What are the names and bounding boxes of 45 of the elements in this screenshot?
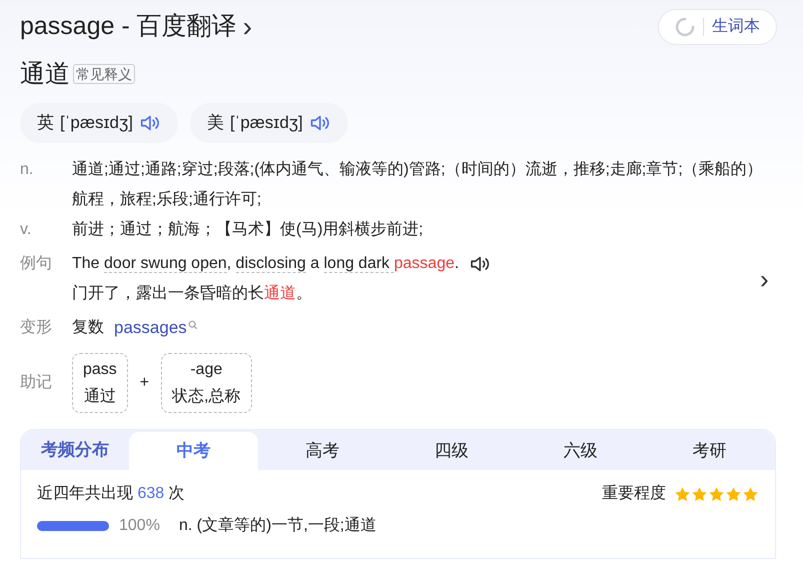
- exam-tab[interactable]: 中考: [129, 432, 258, 470]
- definition-text: 前进；通过；航海；【马术】使(马)用斜横步前进;: [72, 220, 424, 240]
- plus-sign: +: [140, 373, 150, 393]
- inflection-label: 变形: [20, 318, 53, 338]
- phonetic-text: [ˈpæsɪdʒ]: [60, 112, 133, 134]
- headword-meaning: 通道: [20, 58, 70, 90]
- chevron-icon[interactable]: ›: [242, 12, 252, 41]
- page-title[interactable]: passage - 百度翻译: [20, 8, 237, 46]
- accent-label: 美: [206, 112, 224, 134]
- star-icon: [708, 486, 725, 502]
- example-label: 例句: [20, 254, 53, 274]
- exam-tab[interactable]: 四级: [387, 432, 516, 470]
- part-of-speech: v.: [20, 220, 32, 240]
- accent-label: 英: [37, 112, 54, 134]
- example-translation: 门开了，露出一条昏暗的长通道。: [72, 285, 312, 302]
- exam-tab[interactable]: 高考: [258, 432, 387, 470]
- importance-label: 重要程度: [602, 484, 666, 504]
- exam-tab[interactable]: 考研: [645, 432, 774, 470]
- common-meaning-tag: 常见释义: [73, 64, 135, 84]
- pronunciation-pill[interactable]: 美 [ˈpæsɪdʒ]: [190, 103, 348, 143]
- frequency-percent: 100%: [119, 516, 161, 536]
- phonetic-text: [ˈpæsɪdʒ]: [230, 112, 303, 134]
- occurrence-count: 近四年共出现 638 次: [37, 484, 185, 504]
- word-root: -age: [190, 360, 222, 380]
- search-icon[interactable]: [188, 320, 198, 330]
- root-meaning: 状态,总称: [172, 386, 241, 407]
- star-icon: [725, 486, 742, 502]
- definition-text: 通道;通过;通路;穿过;段落;(体内通气、输液等的)管路;（时间的）流逝，推移;走廊;章节;（乘船的）航程，旅程;乐段;通行许可;: [72, 160, 764, 210]
- star-icon: [691, 486, 708, 502]
- wordbook-button[interactable]: 生词本: [658, 8, 777, 45]
- inflection-link[interactable]: passages: [114, 313, 187, 343]
- loading-icon: [675, 16, 695, 37]
- star-icon: [742, 486, 759, 502]
- root-meaning: 通过: [84, 386, 116, 407]
- example-sentence: The door swung open, disclosing a long dark passage.: [72, 254, 459, 275]
- sense-text: n. (文章等的)一节,一段;通道: [179, 516, 376, 536]
- chevron-icon[interactable]: ›: [760, 264, 769, 294]
- inflection-type: 复数: [72, 318, 104, 338]
- part-of-speech: n.: [20, 160, 34, 180]
- frequency-heading: 考频分布: [40, 439, 110, 462]
- pronunciation-pill[interactable]: 英 [ˈpæsɪdʒ]: [20, 103, 178, 143]
- word-root: pass: [83, 360, 117, 380]
- mnemonic-label: 助记: [20, 372, 53, 393]
- star-icon: [674, 486, 691, 502]
- exam-tab[interactable]: 六级: [516, 432, 645, 470]
